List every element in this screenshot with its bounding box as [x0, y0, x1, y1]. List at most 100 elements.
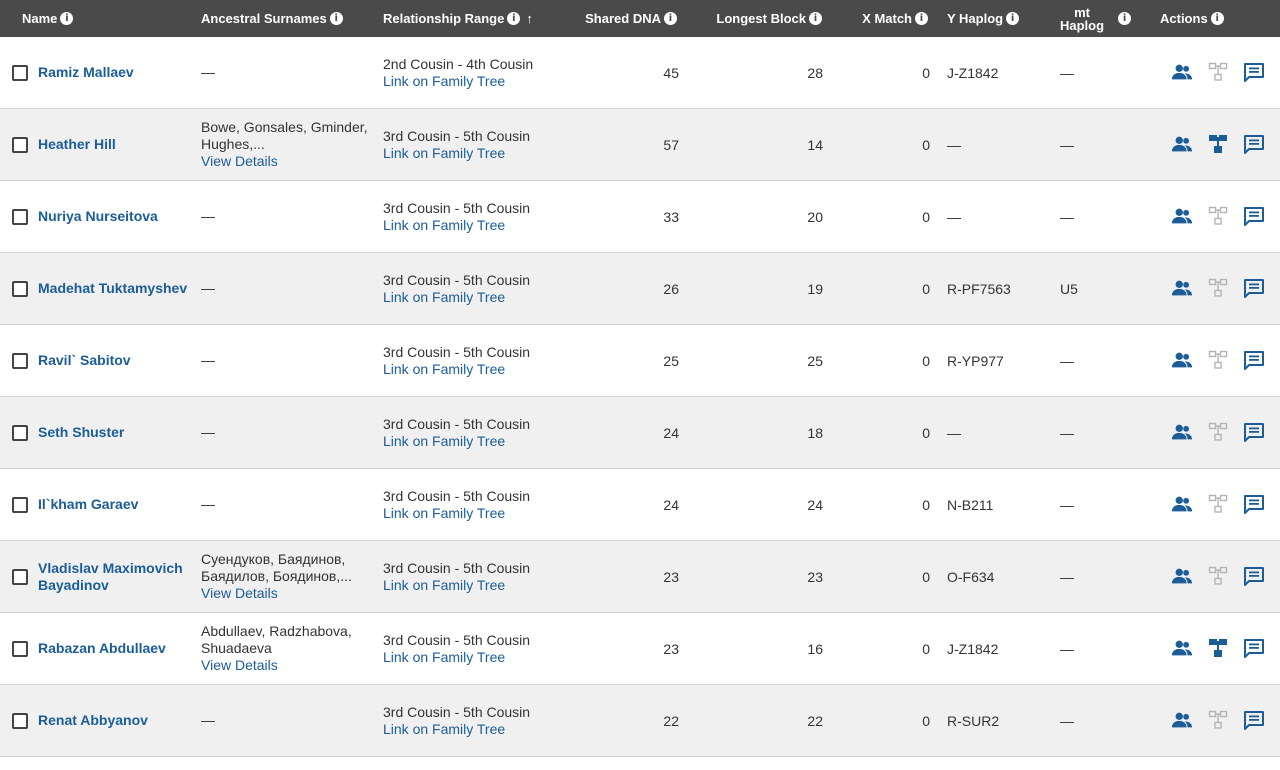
sort-ascending-icon[interactable]: ↑	[526, 11, 533, 26]
info-icon[interactable]: i	[60, 12, 74, 25]
column-header-label: Ancestral Surnames	[201, 11, 327, 26]
info-icon[interactable]: i	[664, 12, 677, 25]
column-header-y-haplog[interactable]: Y Haplog i	[947, 0, 1020, 37]
match-name-link[interactable]: Il`kham Garaev	[38, 469, 188, 540]
people-icon[interactable]	[1171, 62, 1193, 82]
people-icon[interactable]	[1171, 134, 1193, 154]
people-icon[interactable]	[1171, 206, 1193, 226]
people-icon[interactable]	[1171, 710, 1193, 730]
column-header-longest-block[interactable]: Longest Block i	[710, 0, 822, 37]
match-name-link[interactable]: Ramiz Mallaev	[38, 37, 188, 108]
family-tree-icon[interactable]	[1207, 134, 1229, 154]
match-name-link[interactable]: Seth Shuster	[38, 397, 188, 468]
family-tree-icon[interactable]	[1207, 350, 1229, 370]
view-details-link[interactable]: View Details	[201, 657, 278, 674]
message-icon[interactable]	[1243, 350, 1265, 370]
link-on-family-tree[interactable]: Link on Family Tree	[383, 649, 505, 666]
link-on-family-tree[interactable]: Link on Family Tree	[383, 361, 505, 378]
people-icon[interactable]	[1171, 638, 1193, 658]
family-tree-icon[interactable]	[1207, 494, 1229, 514]
match-name-link[interactable]: Renat Abbyanov	[38, 685, 188, 756]
column-header-surnames[interactable]: Ancestral Surnames i	[201, 0, 343, 37]
message-icon[interactable]	[1243, 278, 1265, 298]
match-name-link[interactable]: Heather Hill	[38, 109, 188, 180]
match-name-link[interactable]: Madehat Tuktamyshev	[38, 253, 188, 324]
info-icon[interactable]: i	[809, 12, 822, 25]
row-select-checkbox[interactable]	[12, 713, 28, 729]
relationship-range-cell: 3rd Cousin - 5th Cousin Link on Family Tr…	[383, 253, 583, 324]
row-select-checkbox[interactable]	[12, 641, 28, 657]
info-icon[interactable]: i	[507, 12, 521, 25]
message-icon[interactable]	[1243, 710, 1265, 730]
relationship-range-text: 3rd Cousin - 5th Cousin	[383, 703, 531, 720]
row-select-checkbox[interactable]	[12, 353, 28, 369]
shared-dna-value: 23	[663, 640, 679, 657]
people-icon[interactable]	[1171, 566, 1193, 586]
column-header-shared-dna[interactable]: Shared DNA i	[580, 0, 677, 37]
column-header-label: Name	[22, 11, 58, 26]
family-tree-icon[interactable]	[1207, 638, 1229, 658]
longest-block-value: 28	[807, 64, 823, 81]
column-header-x-match[interactable]: X Match i	[850, 0, 928, 37]
people-icon[interactable]	[1171, 422, 1193, 442]
people-icon[interactable]	[1171, 350, 1193, 370]
view-details-link[interactable]: View Details	[201, 585, 278, 602]
info-icon[interactable]: i	[329, 12, 343, 25]
match-name-link[interactable]: Rabazan Abdullaev	[38, 613, 188, 684]
column-header-mt-haplog[interactable]: mt Haplog i	[1060, 0, 1132, 37]
link-on-family-tree[interactable]: Link on Family Tree	[383, 577, 505, 594]
row-select-checkbox[interactable]	[12, 497, 28, 513]
message-icon[interactable]	[1243, 422, 1265, 442]
view-details-link[interactable]: View Details	[201, 153, 278, 170]
message-icon[interactable]	[1243, 134, 1265, 154]
match-name-link[interactable]: Nuriya Nurseitova	[38, 181, 188, 252]
link-on-family-tree[interactable]: Link on Family Tree	[383, 217, 505, 234]
mt-haplog-value: —	[1060, 352, 1074, 369]
message-icon[interactable]	[1243, 566, 1265, 586]
table-row: Il`kham Garaev — 3rd Cousin - 5th Cousin Li…	[0, 469, 1280, 541]
info-icon[interactable]: i	[1006, 12, 1020, 25]
family-tree-icon[interactable]	[1207, 206, 1229, 226]
link-on-family-tree[interactable]: Link on Family Tree	[383, 145, 505, 162]
ancestral-surnames-cell: —	[201, 397, 371, 468]
y-haplog-value: R-PF7563	[947, 280, 1011, 297]
match-name-link[interactable]: Vladislav Maximovich Bayadinov	[38, 541, 188, 612]
row-select-checkbox[interactable]	[12, 137, 28, 153]
message-icon[interactable]	[1243, 638, 1265, 658]
people-icon[interactable]	[1171, 278, 1193, 298]
row-select-checkbox[interactable]	[12, 569, 28, 585]
table-row: Heather Hill Bowe, Gonsales, Gminder, Hug…	[0, 109, 1280, 181]
people-icon[interactable]	[1171, 494, 1193, 514]
family-tree-icon[interactable]	[1207, 278, 1229, 298]
longest-block-value: 16	[807, 640, 823, 657]
info-icon[interactable]: i	[1210, 12, 1224, 25]
link-on-family-tree[interactable]: Link on Family Tree	[383, 289, 505, 306]
link-on-family-tree[interactable]: Link on Family Tree	[383, 721, 505, 738]
message-icon[interactable]	[1243, 206, 1265, 226]
x-match-value: 0	[922, 136, 930, 153]
info-icon[interactable]: i	[915, 12, 928, 25]
match-name-link[interactable]: Ravil` Sabitov	[38, 325, 188, 396]
relationship-range-cell: 3rd Cousin - 5th Cousin Link on Family Tr…	[383, 181, 583, 252]
family-tree-icon[interactable]	[1207, 422, 1229, 442]
mt-haplog-value: —	[1060, 712, 1074, 729]
column-header-relationship[interactable]: Relationship Range i ↑	[383, 0, 533, 37]
link-on-family-tree[interactable]: Link on Family Tree	[383, 433, 505, 450]
y-haplog-value: R-SUR2	[947, 712, 1000, 729]
family-tree-icon[interactable]	[1207, 710, 1229, 730]
column-header-name[interactable]: Name i	[22, 0, 74, 37]
link-on-family-tree[interactable]: Link on Family Tree	[383, 505, 505, 522]
row-select-checkbox[interactable]	[12, 281, 28, 297]
shared-dna-value: 23	[663, 568, 679, 585]
link-on-family-tree[interactable]: Link on Family Tree	[383, 73, 505, 90]
mt-haplog-value: —	[1060, 640, 1074, 657]
row-select-checkbox[interactable]	[12, 209, 28, 225]
row-select-checkbox[interactable]	[12, 425, 28, 441]
message-icon[interactable]	[1243, 494, 1265, 514]
row-select-checkbox[interactable]	[12, 65, 28, 81]
info-icon[interactable]: i	[1118, 12, 1132, 25]
family-tree-icon[interactable]	[1207, 566, 1229, 586]
message-icon[interactable]	[1243, 62, 1265, 82]
family-tree-icon[interactable]	[1207, 62, 1229, 82]
table-row: Ramiz Mallaev — 2nd Cousin - 4th Cousin Lin…	[0, 37, 1280, 109]
